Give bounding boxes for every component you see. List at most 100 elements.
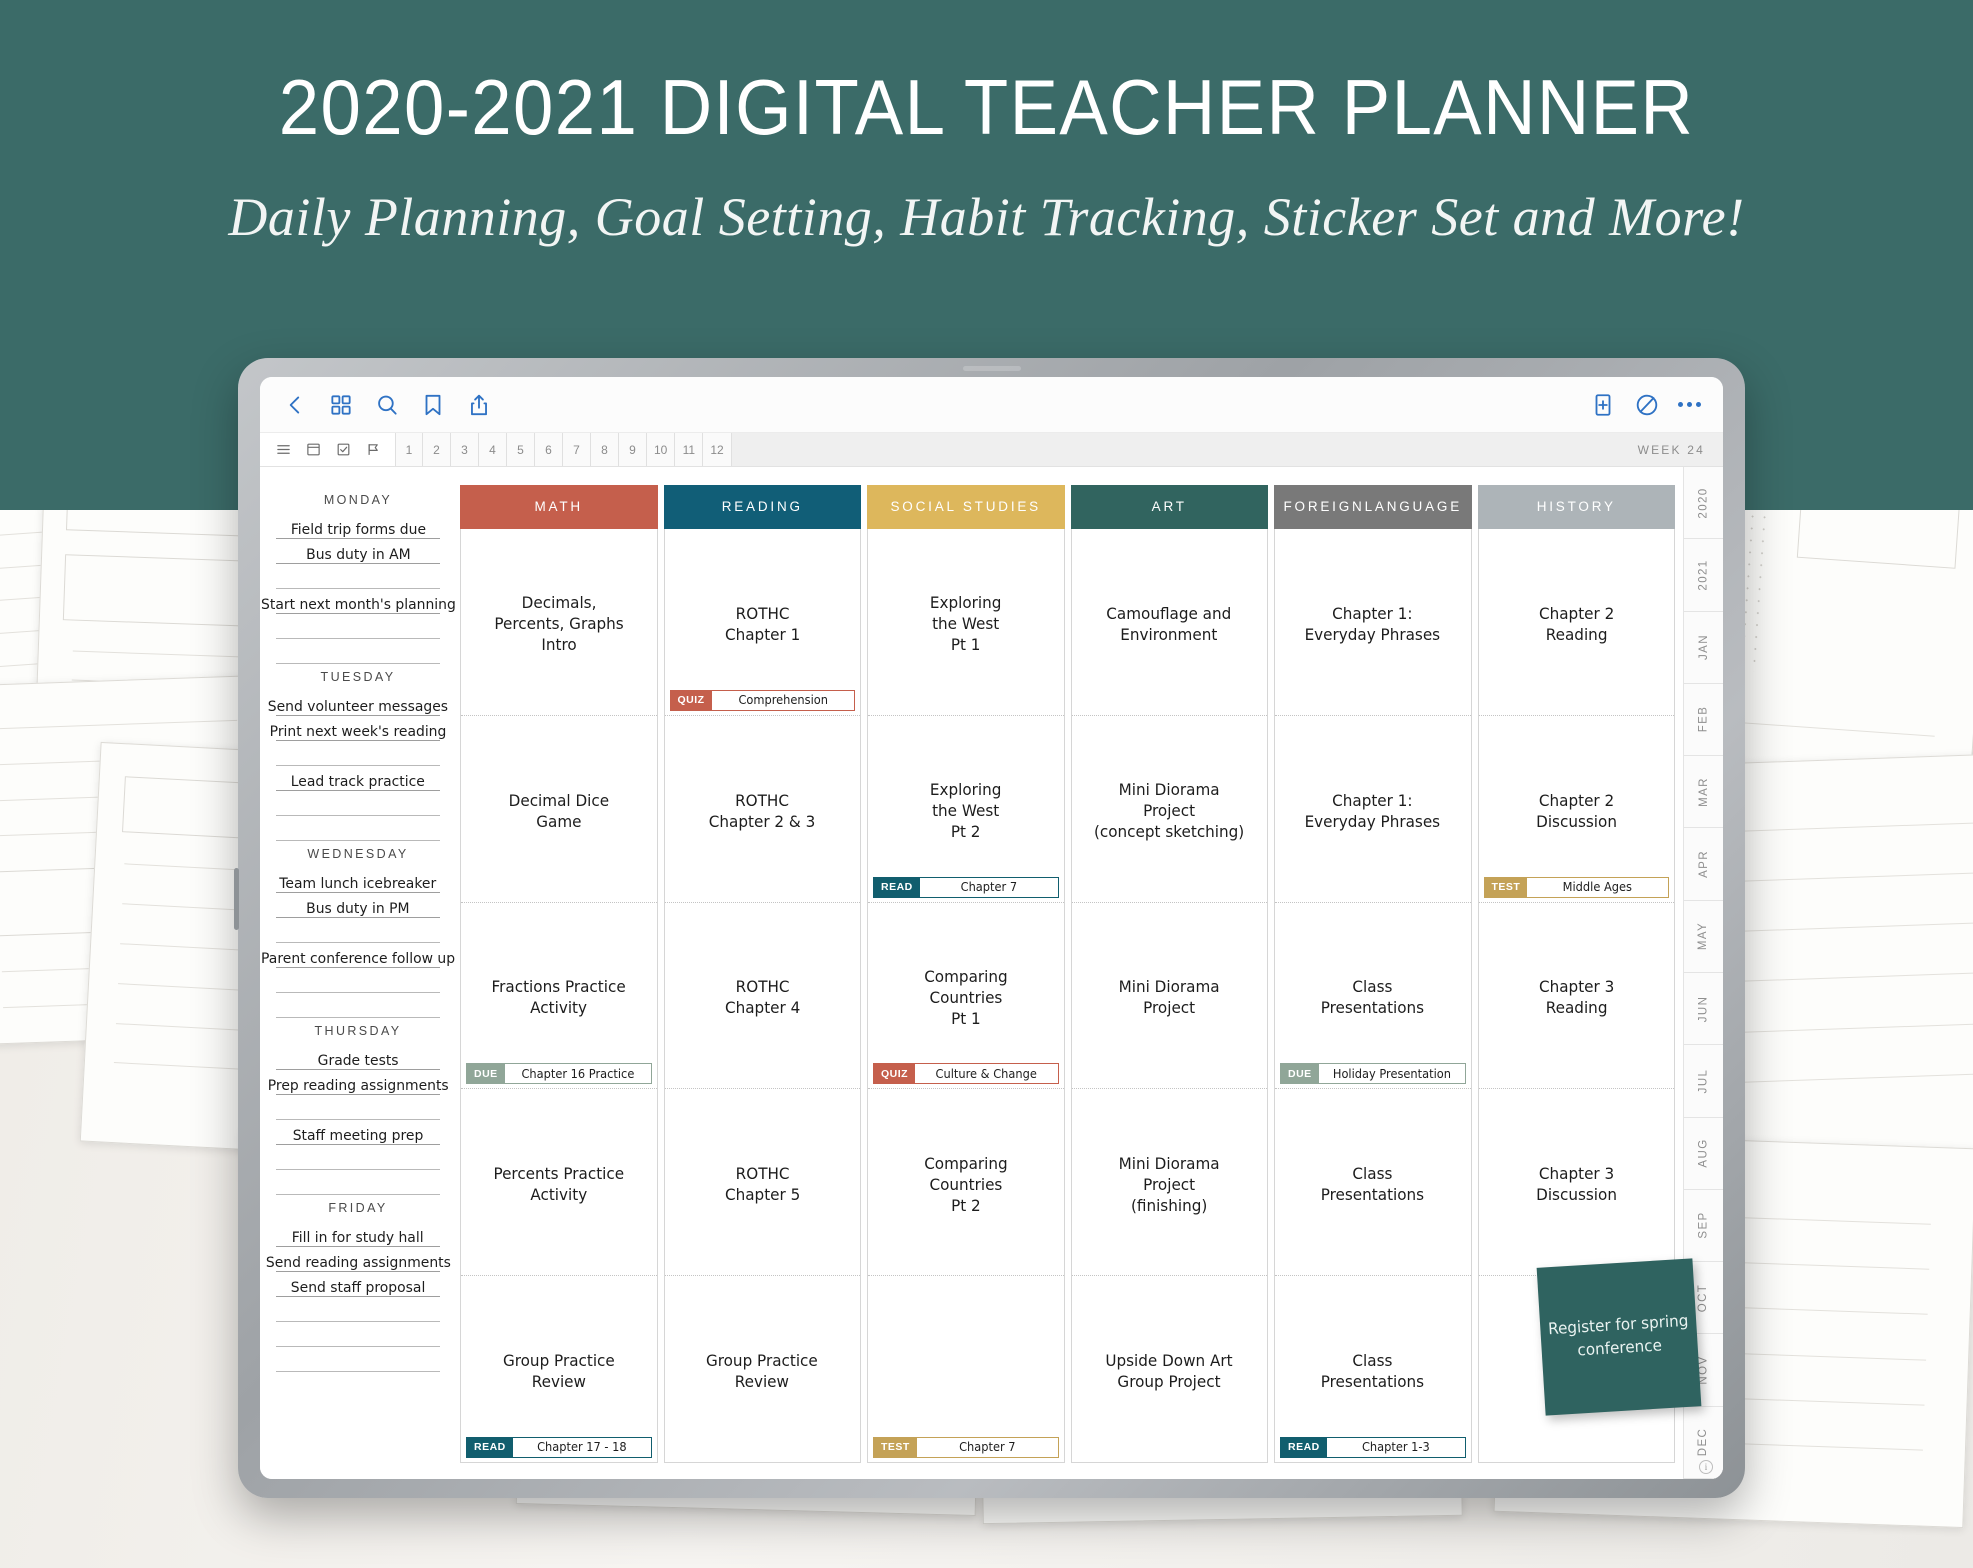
lesson-cell[interactable]: Mini Diorama Project (finishing): [1071, 1089, 1267, 1277]
task-line[interactable]: Team lunch icebreaker: [276, 868, 440, 893]
page-number-2[interactable]: 2: [423, 433, 451, 466]
task-line-empty[interactable]: [276, 741, 440, 766]
page-number-4[interactable]: 4: [479, 433, 507, 466]
lesson-cell[interactable]: Comparing Countries Pt 2: [868, 1089, 1064, 1277]
task-line[interactable]: Staff meeting prep: [276, 1120, 440, 1145]
flag-icon[interactable]: [366, 442, 381, 457]
assignment-tag-quiz[interactable]: QUIZ Culture & Change: [873, 1063, 1059, 1085]
task-line-empty[interactable]: [276, 564, 440, 589]
task-line[interactable]: Grade tests: [276, 1045, 440, 1070]
lesson-cell[interactable]: Comparing Countries Pt 1 QUIZ Culture & Chan…: [868, 903, 1064, 1090]
sticky-note[interactable]: Register for spring conference: [1536, 1258, 1702, 1416]
rail-tab-mar[interactable]: MAR: [1684, 756, 1723, 829]
lesson-cell[interactable]: Chapter 3 Discussion: [1478, 1089, 1674, 1277]
share-icon[interactable]: [466, 392, 492, 418]
checklist-icon[interactable]: [336, 442, 351, 457]
lesson-cell[interactable]: Class Presentations DUE Holiday Presentatio…: [1275, 903, 1471, 1090]
page-number-1[interactable]: 1: [395, 433, 423, 466]
task-line-empty[interactable]: [276, 791, 440, 816]
page-number-9[interactable]: 9: [619, 433, 647, 466]
rail-tab-2021[interactable]: 2021: [1684, 539, 1723, 612]
page-number-6[interactable]: 6: [535, 433, 563, 466]
more-options-icon[interactable]: [1678, 402, 1701, 407]
lesson-cell[interactable]: Exploring the West Pt 1: [868, 529, 1064, 716]
bookmark-icon[interactable]: [420, 392, 446, 418]
task-line-empty[interactable]: [276, 918, 440, 943]
lesson-cell[interactable]: Chapter 1: Everyday Phrases: [1275, 529, 1471, 716]
task-line[interactable]: Fill in for study hall: [276, 1222, 440, 1247]
lesson-cell[interactable]: Fractions Practice Activity DUE Chapter 16 …: [461, 903, 657, 1090]
page-number-10[interactable]: 10: [647, 433, 676, 466]
page-number-8[interactable]: 8: [591, 433, 619, 466]
annotate-icon[interactable]: [1634, 392, 1660, 418]
subject-header[interactable]: FOREIGN LANGUAGE: [1274, 485, 1472, 529]
grid-icon[interactable]: [328, 392, 354, 418]
page-number-7[interactable]: 7: [563, 433, 591, 466]
lesson-cell[interactable]: Mini Diorama Project (concept sketching): [1071, 716, 1267, 903]
task-line[interactable]: Lead track practice: [276, 766, 440, 791]
task-line-empty[interactable]: [276, 639, 440, 664]
lesson-cell[interactable]: Mini Diorama Project: [1071, 903, 1267, 1090]
task-line[interactable]: Send staff proposal: [276, 1272, 440, 1297]
task-line[interactable]: Start next month's planning: [261, 589, 455, 614]
chevron-left-icon[interactable]: [282, 392, 308, 418]
task-line[interactable]: Print next week's reading: [270, 716, 446, 741]
lesson-cell[interactable]: Camouflage and Environment: [1071, 529, 1267, 716]
assignment-tag-read[interactable]: READ Chapter 7: [873, 876, 1059, 898]
task-line[interactable]: Bus duty in AM: [276, 539, 440, 564]
rail-tab-2020[interactable]: 2020: [1684, 467, 1723, 540]
subject-header[interactable]: SOCIAL STUDIES: [867, 485, 1065, 529]
task-line[interactable]: Send volunteer messages: [268, 691, 448, 716]
page-number-11[interactable]: 11: [675, 433, 704, 466]
task-line-empty[interactable]: [276, 1322, 440, 1347]
assignment-tag-read[interactable]: READ Chapter 17 - 18: [466, 1436, 652, 1458]
subject-header[interactable]: HISTORY: [1477, 485, 1675, 529]
task-line-empty[interactable]: [276, 816, 440, 841]
list-icon[interactable]: [276, 442, 291, 457]
rail-tab-may[interactable]: MAY: [1684, 901, 1723, 973]
task-line-empty[interactable]: [276, 968, 440, 993]
task-line[interactable]: Bus duty in PM: [276, 893, 440, 918]
lesson-cell[interactable]: ROTHC Chapter 1 QUIZ Comprehension: [664, 529, 860, 716]
search-icon[interactable]: [374, 392, 400, 418]
info-icon[interactable]: i: [1699, 1460, 1713, 1474]
task-line-empty[interactable]: [276, 1297, 440, 1322]
lesson-cell[interactable]: Class Presentations: [1275, 1089, 1471, 1277]
lesson-cell[interactable]: Chapter 1: Everyday Phrases: [1275, 716, 1471, 903]
assignment-tag-quiz[interactable]: QUIZ Comprehension: [669, 689, 855, 711]
assignment-tag-test[interactable]: TEST Middle Ages: [1483, 876, 1669, 898]
lesson-cell[interactable]: Group Practice Review READ Chapter 17 - 18: [461, 1276, 657, 1462]
task-line[interactable]: Parent conference follow up: [261, 943, 455, 968]
panel-icon[interactable]: [306, 442, 321, 457]
rail-tab-feb[interactable]: FEB: [1684, 684, 1723, 757]
lesson-cell[interactable]: ROTHC Chapter 2 & 3: [664, 716, 860, 903]
lesson-cell[interactable]: Decimals, Percents, Graphs Intro: [461, 529, 657, 716]
lesson-cell[interactable]: ROTHC Chapter 5: [664, 1089, 860, 1277]
lesson-cell[interactable]: Upside Down Art Group Project: [1072, 1276, 1268, 1462]
assignment-tag-due[interactable]: DUE Chapter 16 Practice: [466, 1063, 652, 1085]
add-page-icon[interactable]: [1590, 392, 1616, 418]
task-line-empty[interactable]: [276, 993, 440, 1018]
rail-tab-apr[interactable]: APR: [1684, 828, 1723, 901]
task-line-empty[interactable]: [276, 1170, 440, 1195]
rail-tab-jul[interactable]: JUL: [1684, 1045, 1723, 1118]
task-line-empty[interactable]: [276, 1145, 440, 1170]
assignment-tag-due[interactable]: DUE Holiday Presentation: [1280, 1063, 1466, 1085]
lesson-cell[interactable]: Chapter 3 Reading: [1478, 903, 1674, 1090]
assignment-tag-test[interactable]: TEST Chapter 7: [873, 1436, 1059, 1458]
lesson-cell[interactable]: Chapter 2 Discussion TEST Middle Ages: [1478, 716, 1674, 903]
rail-tab-jun[interactable]: JUN: [1684, 973, 1723, 1046]
task-line[interactable]: Send reading assignments: [265, 1247, 451, 1272]
task-line-empty[interactable]: [276, 1095, 440, 1120]
rail-tab-jan[interactable]: JAN: [1684, 612, 1723, 684]
lesson-cell[interactable]: Chapter 2 Reading: [1478, 529, 1674, 716]
subject-header[interactable]: MATH: [460, 485, 658, 529]
page-number-5[interactable]: 5: [507, 433, 535, 466]
subject-header[interactable]: READING: [663, 485, 861, 529]
lesson-cell[interactable]: TEST Chapter 7: [868, 1276, 1064, 1462]
lesson-cell[interactable]: Decimal Dice Game: [461, 716, 657, 903]
lesson-cell[interactable]: Exploring the West Pt 2 READ Chapter 7: [868, 716, 1064, 903]
rail-tab-sep[interactable]: SEP: [1684, 1190, 1723, 1263]
lesson-cell[interactable]: ROTHC Chapter 4: [664, 903, 860, 1090]
task-line[interactable]: Field trip forms due: [276, 514, 440, 539]
